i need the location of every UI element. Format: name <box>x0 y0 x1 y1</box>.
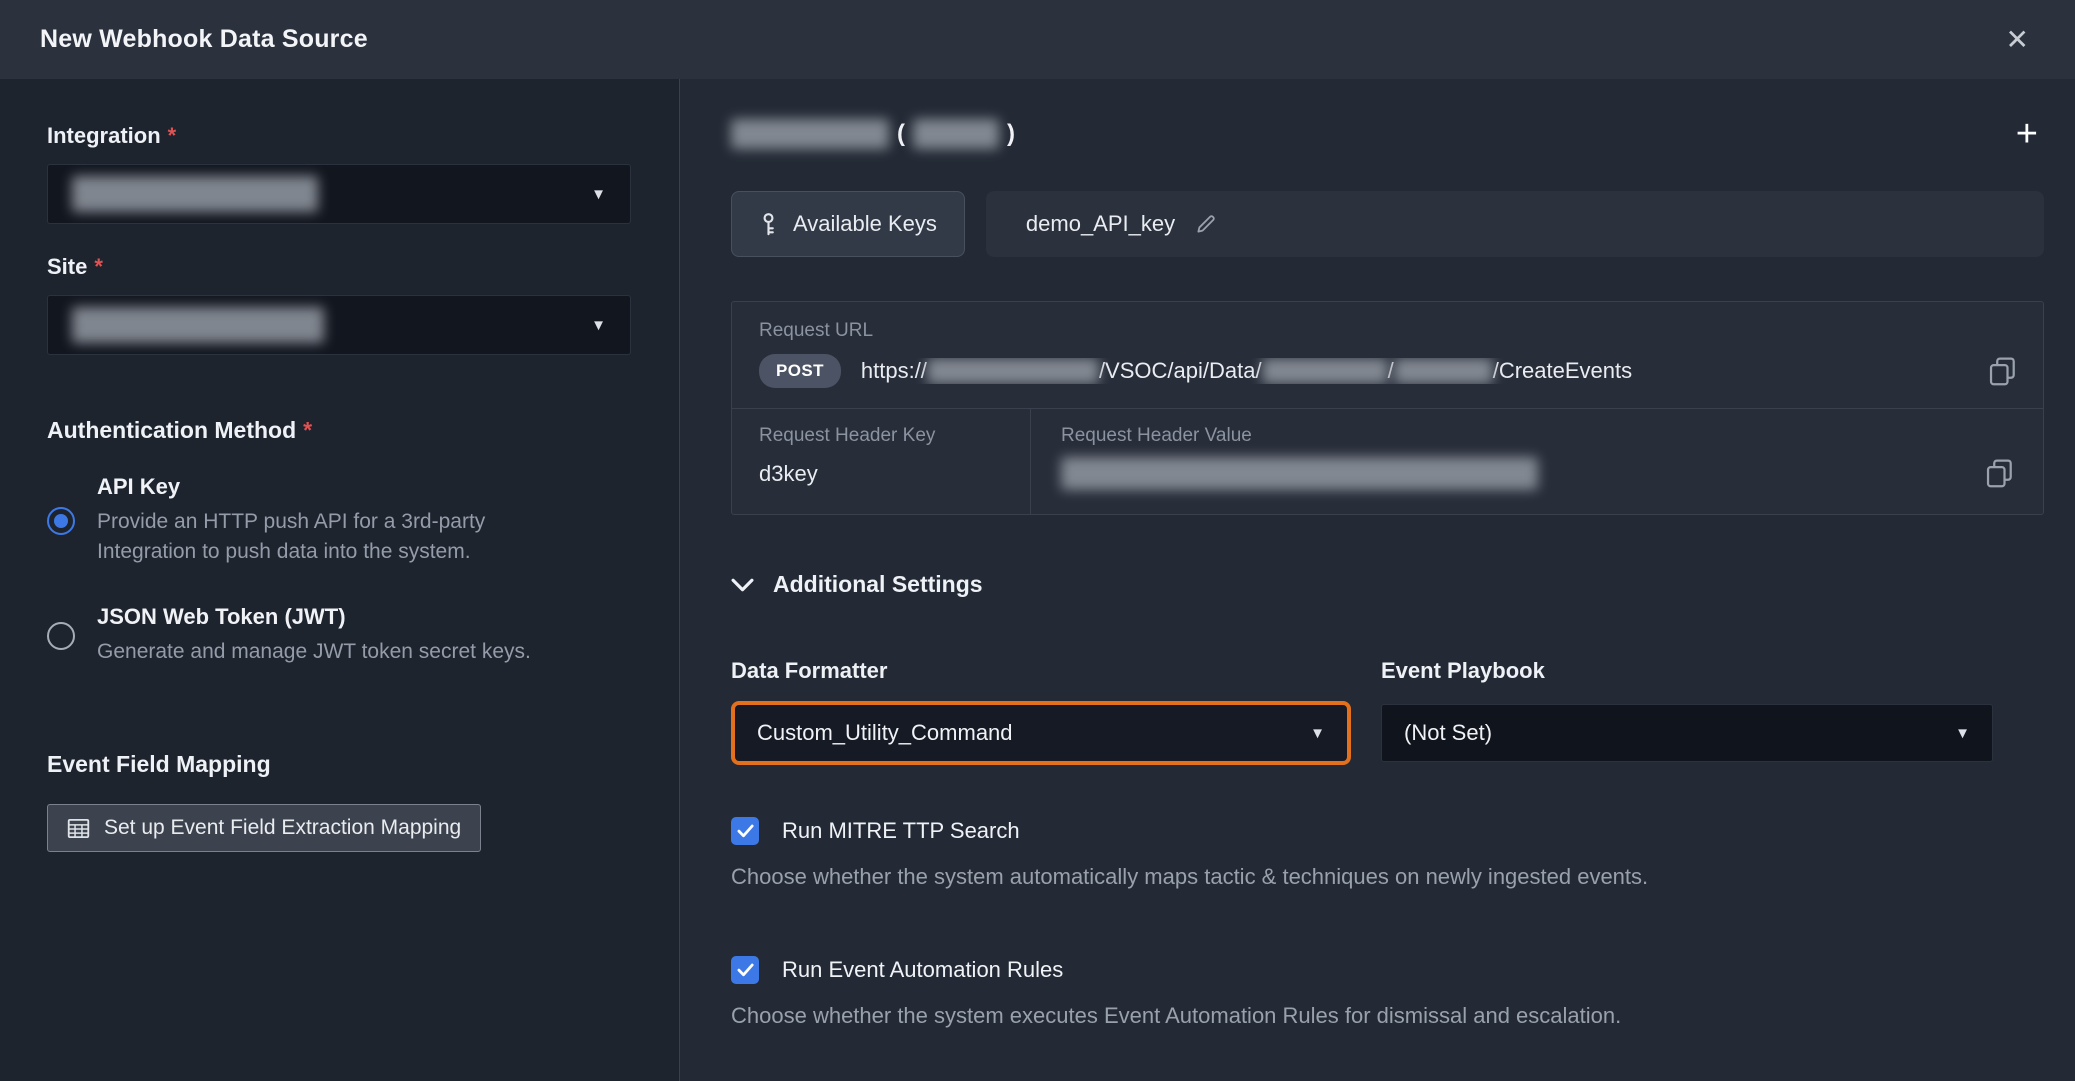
dialog-body: Integration* ▼ Site* ▼ Authentication Me… <box>0 79 2075 1081</box>
run-mitre-ttp-search-checkbox-row[interactable]: Run MITRE TTP Search <box>731 817 2044 845</box>
source-title: ( ) <box>731 119 1015 149</box>
event-playbook-select[interactable]: (Not Set) ▼ <box>1381 704 1993 762</box>
auth-method-heading: Authentication Method* <box>47 417 631 444</box>
request-header-value-cell: Request Header Value <box>1031 409 2043 514</box>
event-playbook-value: (Not Set) <box>1404 720 1492 746</box>
required-asterisk: * <box>303 417 312 443</box>
request-header-key-cell: Request Header Key d3key <box>732 409 1031 514</box>
redacted-host <box>927 358 1099 384</box>
keys-row: Available Keys demo_API_key <box>731 191 2044 257</box>
edit-pencil-icon[interactable] <box>1195 214 1216 235</box>
redacted-site-segment <box>1394 358 1493 384</box>
available-keys-label: Available Keys <box>793 211 937 237</box>
request-url-value: https:// /VSOC/api/Data/ / /CreateEvents <box>861 358 1969 384</box>
required-asterisk: * <box>168 123 177 148</box>
table-grid-icon <box>67 817 90 840</box>
paren-close: ) <box>1007 120 1015 148</box>
chevron-down-icon: ▼ <box>1955 725 1970 742</box>
site-select[interactable]: ▼ <box>47 295 631 355</box>
event-playbook-group: Event Playbook (Not Set) ▼ <box>1381 658 1993 765</box>
chevron-down-icon: ▼ <box>1310 725 1325 742</box>
site-group: Site* ▼ <box>47 254 631 355</box>
redacted-source-name <box>731 119 889 149</box>
checkbox-label: Run Event Automation Rules <box>782 957 1063 983</box>
event-field-mapping-heading: Event Field Mapping <box>47 751 631 778</box>
checkbox-description: Choose whether the system automatically … <box>731 864 2044 890</box>
selected-api-key-field[interactable]: demo_API_key <box>986 191 2044 257</box>
checkbox-checked-icon[interactable] <box>731 956 759 984</box>
request-url-label: Request URL <box>759 320 2016 342</box>
request-header-section: Request Header Key d3key Request Header … <box>732 408 2043 514</box>
data-formatter-value: Custom_Utility_Command <box>757 720 1013 746</box>
integration-select[interactable]: ▼ <box>47 164 631 224</box>
request-info-box: Request URL POST https:// /VSOC/api/Data… <box>731 301 2044 515</box>
radio-selected-icon[interactable] <box>47 507 75 535</box>
add-key-icon[interactable]: + <box>2010 115 2044 153</box>
setup-field-extraction-mapping-button[interactable]: Set up Event Field Extraction Mapping <box>47 804 481 852</box>
request-header-key-value: d3key <box>759 461 1003 487</box>
copy-header-value-icon[interactable] <box>1986 459 2013 488</box>
request-header-key-label: Request Header Key <box>759 425 1003 447</box>
left-config-panel: Integration* ▼ Site* ▼ Authentication Me… <box>0 79 680 1081</box>
checkbox-description: Choose whether the system executes Event… <box>731 1003 2044 1029</box>
main-panel: ( ) + Available Keys <box>680 79 2075 1081</box>
event-playbook-label: Event Playbook <box>1381 658 1993 684</box>
auth-option-label: API Key <box>97 474 582 500</box>
site-label: Site* <box>47 254 631 280</box>
formatter-playbook-row: Data Formatter Custom_Utility_Command ▼ … <box>731 658 2044 765</box>
additional-settings-label: Additional Settings <box>773 571 983 598</box>
key-icon <box>759 212 778 236</box>
mitre-ttp-search-block: Run MITRE TTP Search Choose whether the … <box>731 817 2044 890</box>
chevron-down-icon: ▼ <box>591 317 606 334</box>
mapping-button-label: Set up Event Field Extraction Mapping <box>104 816 461 840</box>
dialog-titlebar: New Webhook Data Source ✕ <box>0 0 2075 79</box>
close-icon[interactable]: ✕ <box>2000 22 2035 58</box>
redacted-site-value <box>72 307 324 343</box>
request-header-value-label: Request Header Value <box>1061 425 2013 447</box>
paren-open: ( <box>897 120 905 148</box>
auth-option-label: JSON Web Token (JWT) <box>97 604 531 630</box>
redacted-source-id <box>913 119 999 149</box>
run-event-automation-rules-checkbox-row[interactable]: Run Event Automation Rules <box>731 956 2044 984</box>
checkbox-checked-icon[interactable] <box>731 817 759 845</box>
chevron-down-icon <box>731 578 754 592</box>
redacted-integration-segment <box>1262 358 1388 384</box>
checkbox-label: Run MITRE TTP Search <box>782 818 1020 844</box>
redacted-header-value <box>1061 457 1538 490</box>
http-method-badge: POST <box>759 354 841 388</box>
available-keys-button[interactable]: Available Keys <box>731 191 965 257</box>
data-formatter-group: Data Formatter Custom_Utility_Command ▼ <box>731 658 1351 765</box>
api-key-name: demo_API_key <box>1026 211 1175 237</box>
auth-option-jwt[interactable]: JSON Web Token (JWT) Generate and manage… <box>47 604 631 667</box>
request-url-section: Request URL POST https:// /VSOC/api/Data… <box>732 302 2043 408</box>
auth-option-description: Generate and manage JWT token secret key… <box>97 637 531 667</box>
redacted-integration-value <box>72 176 318 212</box>
data-formatter-label: Data Formatter <box>731 658 1351 684</box>
webhook-data-source-dialog: New Webhook Data Source ✕ Integration* ▼… <box>0 0 2075 1081</box>
event-automation-rules-block: Run Event Automation Rules Choose whethe… <box>731 956 2044 1029</box>
chevron-down-icon: ▼ <box>591 186 606 203</box>
main-title-row: ( ) + <box>731 115 2044 153</box>
auth-option-api-key[interactable]: API Key Provide an HTTP push API for a 3… <box>47 474 631 568</box>
copy-url-icon[interactable] <box>1989 357 2016 386</box>
additional-settings-toggle[interactable]: Additional Settings <box>731 571 2044 598</box>
auth-option-description: Provide an HTTP push API for a 3rd-party… <box>97 507 582 568</box>
integration-label: Integration* <box>47 123 631 149</box>
dialog-title: New Webhook Data Source <box>40 25 368 54</box>
radio-unselected-icon[interactable] <box>47 622 75 650</box>
required-asterisk: * <box>94 254 103 279</box>
data-formatter-select[interactable]: Custom_Utility_Command ▼ <box>731 701 1351 765</box>
